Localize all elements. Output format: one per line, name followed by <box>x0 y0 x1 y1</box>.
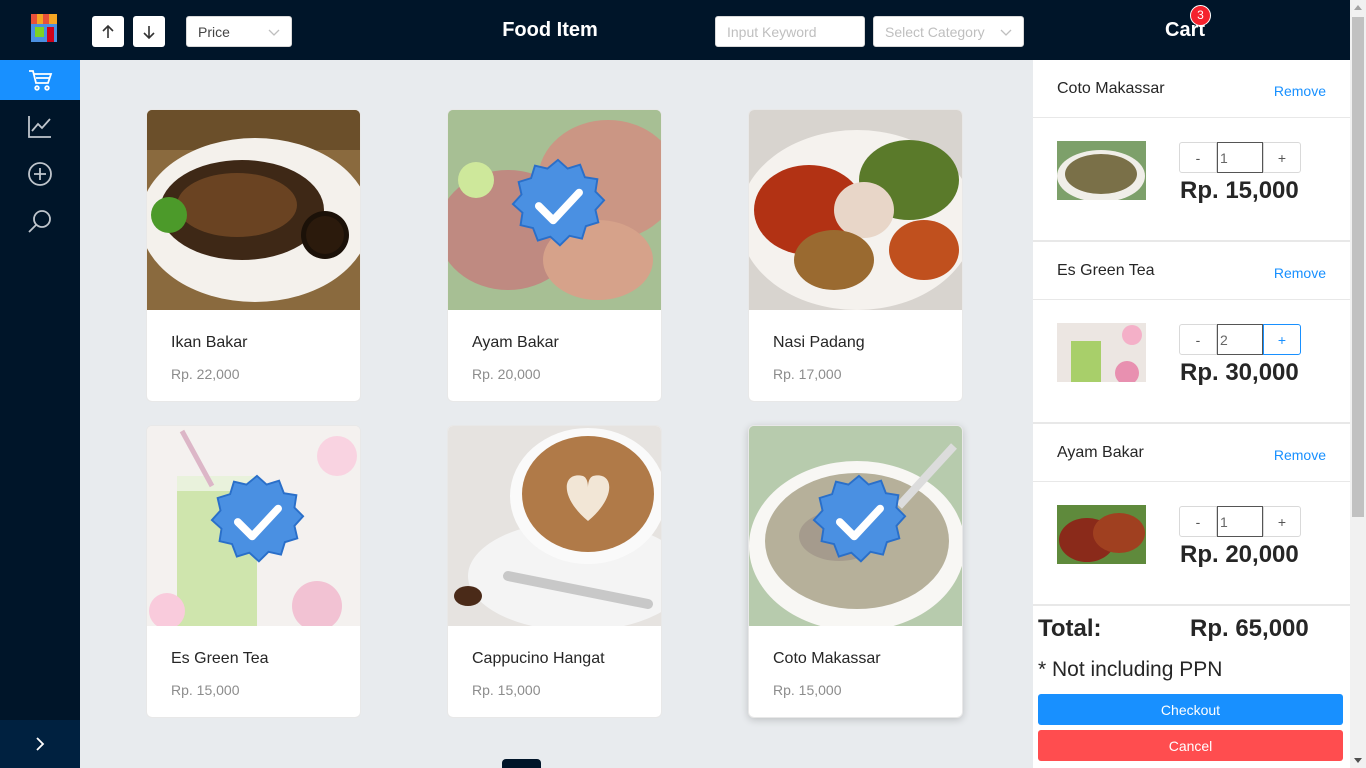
cart-icon <box>29 70 53 91</box>
product-card-nasi-padang[interactable]: Nasi Padang Rp. 17,000 <box>748 109 963 402</box>
cart-item-name: Coto Makassar <box>1057 80 1165 97</box>
remove-link[interactable]: Remove <box>1274 265 1326 281</box>
sort-descending-button[interactable] <box>133 16 165 47</box>
page-title: Food Item <box>502 19 598 41</box>
chevron-down-icon <box>268 29 280 36</box>
scroll-down-arrow[interactable] <box>1354 758 1362 763</box>
product-price: Rp. 15,000 <box>472 682 541 698</box>
product-name: Nasi Padang <box>773 334 865 351</box>
increase-button[interactable]: + <box>1263 506 1301 537</box>
selected-check-icon <box>209 474 305 570</box>
cart-item-thumbnail <box>1057 141 1146 200</box>
sort-field-select[interactable]: Price <box>186 16 292 47</box>
cart-item-name: Es Green Tea <box>1057 262 1155 279</box>
product-card-ikan-bakar[interactable]: Ikan Bakar Rp. 22,000 <box>146 109 361 402</box>
cart-item: Coto Makassar Remove - + Rp. 15,000 <box>1033 60 1350 242</box>
cart-panel: Coto Makassar Remove - + Rp. 15,000 Es G… <box>1033 60 1350 768</box>
product-price: Rp. 15,000 <box>171 682 240 698</box>
product-name: Ikan Bakar <box>171 334 248 351</box>
quantity-stepper: - + <box>1179 142 1301 173</box>
cart-item: Es Green Tea Remove - + Rp. 30,000 <box>1033 242 1350 424</box>
product-card-ayam-bakar[interactable]: Ayam Bakar Rp. 20,000 <box>447 109 662 402</box>
chevron-down-icon <box>1000 29 1012 36</box>
total-value: Rp. 65,000 <box>1190 615 1309 642</box>
product-price: Rp. 15,000 <box>773 682 842 698</box>
decrease-button[interactable]: - <box>1179 506 1217 537</box>
arrow-up-icon <box>102 24 114 38</box>
checkout-button[interactable]: Checkout <box>1038 694 1343 725</box>
nav-add[interactable] <box>0 154 80 194</box>
product-card-coto-makassar[interactable]: Coto Makassar Rp. 15,000 <box>748 425 963 718</box>
product-image <box>448 110 661 310</box>
product-image <box>749 110 962 310</box>
keyword-input[interactable] <box>715 16 865 47</box>
header: Price Food Item Select Category Cart 3 <box>80 0 1350 60</box>
sort-field-value: Price <box>198 23 230 40</box>
cart-item-header: Ayam Bakar Remove <box>1033 424 1350 482</box>
pagination-active-page[interactable] <box>502 759 541 768</box>
cart-item-name: Ayam Bakar <box>1057 444 1144 461</box>
remove-link[interactable]: Remove <box>1274 83 1326 99</box>
store-logo-icon <box>31 14 57 42</box>
scroll-up-arrow[interactable] <box>1354 5 1362 10</box>
sidebar <box>0 0 80 768</box>
quantity-input[interactable] <box>1217 324 1263 355</box>
remove-link[interactable]: Remove <box>1274 447 1326 463</box>
sidebar-collapse-button[interactable] <box>0 720 80 768</box>
category-select[interactable]: Select Category <box>873 16 1024 47</box>
product-price: Rp. 22,000 <box>171 366 240 382</box>
cart-item-header: Coto Makassar Remove <box>1033 60 1350 118</box>
quantity-input[interactable] <box>1217 506 1263 537</box>
product-card-es-green-tea[interactable]: Es Green Tea Rp. 15,000 <box>146 425 361 718</box>
product-name: Coto Makassar <box>773 650 881 667</box>
selected-check-icon <box>510 158 606 254</box>
quantity-input[interactable] <box>1217 142 1263 173</box>
scroll-thumb[interactable] <box>1352 17 1364 517</box>
selected-check-icon <box>811 474 907 570</box>
product-name: Cappucino Hangat <box>472 650 605 667</box>
search-icon <box>28 210 51 233</box>
arrow-down-icon <box>143 25 155 39</box>
cart-item-price: Rp. 20,000 <box>1180 541 1299 568</box>
cart-item-header: Es Green Tea Remove <box>1033 242 1350 300</box>
sort-ascending-button[interactable] <box>92 16 124 47</box>
product-name: Ayam Bakar <box>472 334 559 351</box>
nav-report[interactable] <box>0 106 80 146</box>
cart-item-price: Rp. 30,000 <box>1180 359 1299 386</box>
product-image <box>147 110 360 310</box>
decrease-button[interactable]: - <box>1179 324 1217 355</box>
total-label: Total: <box>1038 615 1102 642</box>
chart-icon <box>28 116 51 138</box>
product-card-cappucino-hangat[interactable]: Cappucino Hangat Rp. 15,000 <box>447 425 662 718</box>
cart-item-thumbnail <box>1057 505 1146 564</box>
product-image <box>147 426 360 626</box>
product-price: Rp. 17,000 <box>773 366 842 382</box>
chevron-right-icon <box>36 737 45 751</box>
product-price: Rp. 20,000 <box>472 366 541 382</box>
scrollbar[interactable] <box>1350 0 1366 768</box>
quantity-stepper: - + <box>1179 324 1301 355</box>
product-image <box>448 426 661 626</box>
tax-note: * Not including PPN <box>1038 658 1223 681</box>
cancel-button[interactable]: Cancel <box>1038 730 1343 761</box>
cart-item-price: Rp. 15,000 <box>1180 177 1299 204</box>
increase-button[interactable]: + <box>1263 324 1301 355</box>
increase-button[interactable]: + <box>1263 142 1301 173</box>
nav-search[interactable] <box>0 201 80 241</box>
cart-count-badge: 3 <box>1190 5 1211 26</box>
product-image <box>749 426 962 626</box>
decrease-button[interactable]: - <box>1179 142 1217 173</box>
cart-item-thumbnail <box>1057 323 1146 382</box>
nav-cart[interactable] <box>0 60 80 100</box>
cart-item: Ayam Bakar Remove - + Rp. 20,000 <box>1033 424 1350 606</box>
quantity-stepper: - + <box>1179 506 1301 537</box>
product-name: Es Green Tea <box>171 650 269 667</box>
add-icon <box>28 162 52 186</box>
category-placeholder: Select Category <box>885 23 985 40</box>
